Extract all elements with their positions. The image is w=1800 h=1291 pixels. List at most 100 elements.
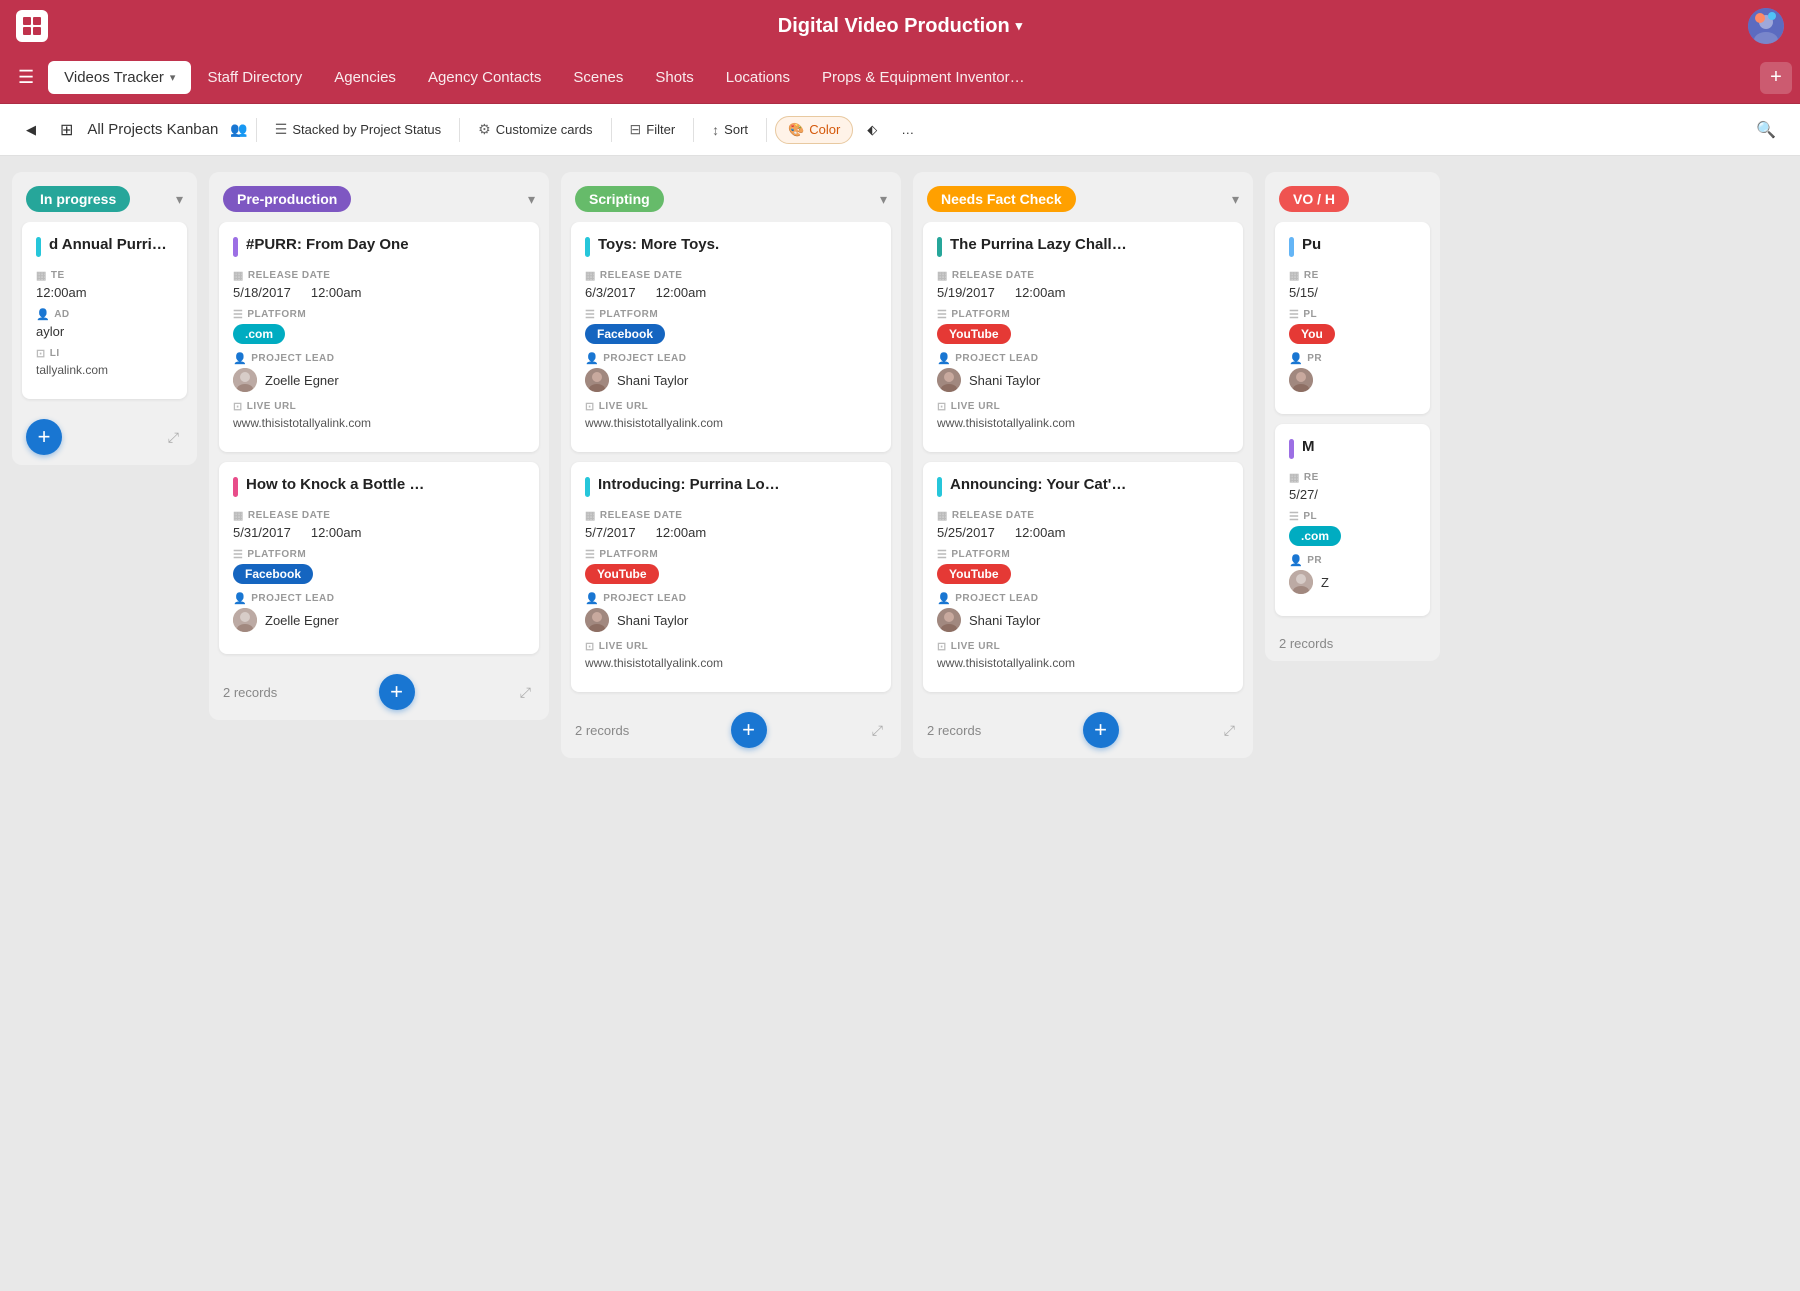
toolbar-right: 🔍: [1748, 114, 1784, 146]
app-bar: Digital Video Production ▾: [0, 0, 1800, 52]
expand-column-button-preproduction[interactable]: ⤢: [516, 680, 535, 705]
platform-badge[interactable]: Facebook: [233, 564, 313, 584]
expand-column-button-scripting[interactable]: ⤢: [868, 718, 887, 743]
lead-name: Zoelle Egner: [265, 613, 339, 628]
field-icon: ▦: [36, 269, 47, 282]
app-title-dropdown-icon[interactable]: ▾: [1016, 18, 1023, 34]
expand-column-button-needsfact[interactable]: ⤢: [1220, 718, 1239, 743]
card-field-lead: 👤 PROJECT LEAD Shani Taylor: [937, 592, 1229, 632]
person-icon: 👤: [937, 352, 951, 365]
add-card-button-preproduction[interactable]: +: [379, 674, 415, 710]
field-label-url: ⊡ LIVE URL: [585, 640, 877, 653]
search-button[interactable]: 🔍: [1748, 114, 1784, 146]
calendar-icon: ▦: [1289, 269, 1300, 282]
column-tag-inprogress[interactable]: In progress: [26, 186, 130, 212]
card-field-platform: ☰ PLATFORM .com: [233, 308, 525, 344]
add-card-button-scripting[interactable]: +: [731, 712, 767, 748]
platform-badge[interactable]: .com: [233, 324, 285, 344]
nav-tab-staff-directory[interactable]: Staff Directory: [191, 61, 318, 94]
field-value-url[interactable]: www.thisistotallyalink.com: [233, 416, 525, 430]
field-value-url[interactable]: www.thisistotallyalink.com: [937, 416, 1229, 430]
nav-tab-videos-tracker[interactable]: Videos Tracker ▾: [48, 61, 191, 94]
card-field-url: ⊡ LI tallyalink.com: [36, 347, 173, 377]
share-view-button[interactable]: ⬖: [857, 116, 887, 144]
card-field-date: ▦ RELEASE DATE 5/7/2017 12:00am: [585, 509, 877, 540]
card-field-date: ▦ RELEASE DATE 5/19/2017 12:00am: [937, 269, 1229, 300]
column-tag-preproduction[interactable]: Pre-production: [223, 186, 351, 212]
nav-tab-locations[interactable]: Locations: [710, 61, 806, 94]
expand-column-button-inprogress[interactable]: ⤢: [164, 425, 183, 450]
filter-button[interactable]: ⊟ Filter: [620, 115, 686, 144]
app-logo[interactable]: [16, 10, 48, 42]
nav-menu-button[interactable]: ☰: [8, 61, 44, 94]
view-icon-button[interactable]: ⊞: [50, 114, 83, 146]
field-value-lead: Shani Taylor: [937, 368, 1229, 392]
app-title-text: Digital Video Production: [778, 15, 1010, 38]
field-value-url[interactable]: www.thisistotallyalink.com: [937, 656, 1229, 670]
stacked-button[interactable]: ☰ Stacked by Project Status: [265, 115, 451, 144]
more-options-button[interactable]: …: [891, 116, 924, 143]
field-label-lead: 👤 PROJECT LEAD: [937, 352, 1229, 365]
column-chevron-preproduction[interactable]: ▾: [528, 191, 535, 208]
nav-tab-scenes[interactable]: Scenes: [557, 61, 639, 94]
app-bar-right: [1748, 8, 1784, 44]
column-tag-scripting[interactable]: Scripting: [575, 186, 664, 212]
link-icon: ⊡: [233, 400, 243, 413]
calendar-icon: ▦: [585, 509, 596, 522]
view-name: All Projects Kanban: [87, 121, 218, 138]
toolbar-divider-2: [459, 118, 460, 142]
column-chevron-inprogress[interactable]: ▾: [176, 191, 183, 208]
avatar-face-svg: [585, 608, 609, 632]
card-purrina-lo: Introducing: Purrina Lo… ▦ RELEASE DATE …: [571, 462, 891, 692]
user-avatar[interactable]: [1748, 8, 1784, 44]
platform-badge[interactable]: YouTube: [937, 324, 1011, 344]
field-value-url[interactable]: tallyalink.com: [36, 363, 173, 377]
nav-tab-agencies[interactable]: Agencies: [318, 61, 412, 94]
field-value-lead: Zoelle Egner: [233, 368, 525, 392]
column-tag-vo[interactable]: VO / H: [1279, 186, 1349, 212]
color-button[interactable]: 🎨 Color: [775, 116, 853, 144]
column-tag-needsfact[interactable]: Needs Fact Check: [927, 186, 1076, 212]
platform-badge[interactable]: Facebook: [585, 324, 665, 344]
collapse-sidebar-button[interactable]: ◀: [16, 116, 46, 144]
nav-add-view-button[interactable]: +: [1760, 62, 1792, 94]
customize-cards-button[interactable]: ⚙ Customize cards: [468, 115, 602, 144]
list-icon: ☰: [233, 548, 243, 561]
calendar-icon: ▦: [233, 509, 244, 522]
field-label-release: ▦ RELEASE DATE: [233, 269, 525, 282]
nav-tab-shots[interactable]: Shots: [639, 61, 709, 94]
filter-icon: ⊟: [630, 121, 642, 138]
card-title-purrina-lazy[interactable]: The Purrina Lazy Chall…: [937, 236, 1229, 257]
column-chevron-scripting[interactable]: ▾: [880, 191, 887, 208]
nav-tab-props[interactable]: Props & Equipment Inventor…: [806, 61, 1041, 94]
card-title-pu[interactable]: Pu: [1289, 236, 1416, 257]
card-title[interactable]: d Annual Purri…: [36, 236, 173, 257]
add-card-button-inprogress[interactable]: +: [26, 419, 62, 455]
lead-avatar-shani: [585, 608, 609, 632]
card-title-bottle[interactable]: How to Knock a Bottle …: [233, 476, 525, 497]
field-value-url[interactable]: www.thisistotallyalink.com: [585, 416, 877, 430]
card-field-platform: ☰ PLATFORM YouTube: [585, 548, 877, 584]
card-title-m[interactable]: M: [1289, 438, 1416, 459]
platform-badge[interactable]: You: [1289, 324, 1335, 344]
column-chevron-needsfact[interactable]: ▾: [1232, 191, 1239, 208]
platform-badge[interactable]: .com: [1289, 526, 1341, 546]
list-icon: ☰: [233, 308, 243, 321]
field-value-url[interactable]: www.thisistotallyalink.com: [585, 656, 877, 670]
sort-button[interactable]: ↕ Sort: [702, 116, 758, 144]
card-field-lead: 👤 PROJECT LEAD Shani Taylor: [937, 352, 1229, 392]
add-card-button-needsfact[interactable]: +: [1083, 712, 1119, 748]
lead-name: Zoelle Egner: [265, 373, 339, 388]
card-title-announcing[interactable]: Announcing: Your Cat'…: [937, 476, 1229, 497]
card-title-toys[interactable]: Toys: More Toys.: [585, 236, 877, 257]
card-annual: d Annual Purri… ▦ TE 12:00am 👤 AD: [22, 222, 187, 399]
card-title-purr[interactable]: #PURR: From Day One: [233, 236, 525, 257]
platform-badge[interactable]: YouTube: [585, 564, 659, 584]
field-label-platform: ☰ PL: [1289, 510, 1416, 523]
card-color-bar: [1289, 439, 1294, 459]
card-title-purrina[interactable]: Introducing: Purrina Lo…: [585, 476, 877, 497]
card-color-bar: [585, 237, 590, 257]
nav-tab-agency-contacts[interactable]: Agency Contacts: [412, 61, 557, 94]
share-view-icon[interactable]: 👥: [230, 121, 247, 138]
platform-badge[interactable]: YouTube: [937, 564, 1011, 584]
